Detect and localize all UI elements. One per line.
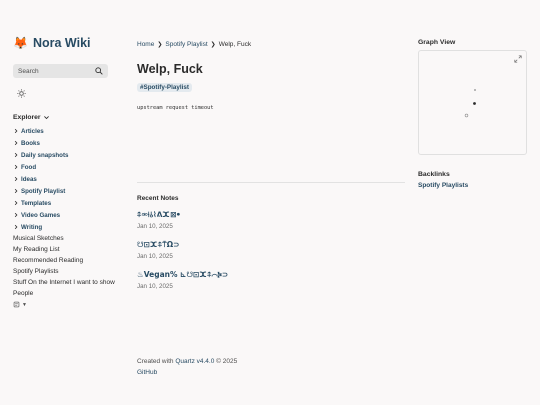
left-sidebar: 🦊 Nora Wiki Search Explorer Articles Boo… [13, 36, 125, 308]
folder-spotify-playlist[interactable]: Spotify Playlist [13, 185, 125, 197]
file-recommended-reading[interactable]: Recommended Reading [13, 255, 125, 266]
folder-articles[interactable]: Articles [13, 125, 125, 137]
folder-label: Ideas [21, 175, 37, 183]
recent-note-title[interactable]: ⍏⚮⍿⫰⌇ᕕⵋ⊠ꔷ [137, 210, 405, 220]
chevron-right-icon [14, 188, 18, 194]
breadcrumb-home[interactable]: Home [137, 41, 154, 48]
chevron-right-icon [14, 140, 18, 146]
folder-label: Writing [21, 223, 43, 231]
footer-year: © 2025 [216, 358, 238, 365]
breadcrumb-section[interactable]: Spotify Playlist [165, 41, 207, 48]
explorer-toggle[interactable]: Explorer [13, 114, 125, 121]
recent-note[interactable]: ♨Vegan% ⊾☋⊡ⵋ⍏⌒Ⰽ⊃ Jan 10, 2025 [137, 270, 405, 290]
explorer-tree: Articles Books Daily snapshots Food Idea… [13, 125, 125, 299]
recent-notes-heading: Recent Notes [137, 195, 179, 202]
folder-writing[interactable]: Writing [13, 221, 125, 233]
github-link[interactable]: GitHub [137, 369, 157, 376]
recent-notes: Recent Notes ⍏⚮⍿⫰⌇ᕕⵋ⊠ꔷ Jan 10, 2025 ☋⊡ⵋ⍏… [137, 195, 405, 290]
recent-note-date: Jan 10, 2025 [137, 253, 173, 260]
chevron-right-icon [14, 152, 18, 158]
recent-note-date: Jan 10, 2025 [137, 223, 173, 230]
divider [137, 182, 405, 183]
chevron-down-icon [43, 116, 49, 120]
search-placeholder: Search [18, 67, 39, 75]
sun-icon[interactable] [17, 89, 26, 98]
file-musical-sketches[interactable]: Musical Sketches [13, 233, 125, 244]
search-icon [95, 67, 103, 75]
file-stuff-on-the-internet[interactable]: Stuff On the Internet I want to show Peo… [13, 277, 125, 299]
folder-label: Templates [21, 199, 52, 207]
article-body: upstream request timeout [137, 105, 214, 111]
folder-food[interactable]: Food [13, 161, 125, 173]
site-brand[interactable]: 🦊 Nora Wiki [13, 36, 125, 50]
chevron-right-icon [14, 176, 18, 182]
breadcrumb: Home ❯ Spotify Playlist ❯ Welp, Fuck [137, 41, 405, 48]
chevron-right-icon [14, 200, 18, 206]
chevron-right-icon [14, 164, 18, 170]
folder-video-games[interactable]: Video Games [13, 209, 125, 221]
folder-label: Books [21, 139, 40, 147]
folder-label: Articles [21, 127, 44, 135]
page-title: Welp, Fuck [137, 62, 203, 76]
backlinks-title: Backlinks [418, 171, 450, 178]
graph-view[interactable] [418, 50, 527, 155]
footer: Created with Quartz v4.4.0 © 2025 GitHub [137, 356, 237, 378]
folder-daily-snapshots[interactable]: Daily snapshots [13, 149, 125, 161]
folder-templates[interactable]: Templates [13, 197, 125, 209]
folder-label: Video Games [21, 211, 61, 219]
folder-ideas[interactable]: Ideas [13, 173, 125, 185]
folder-label: Spotify Playlist [21, 187, 66, 195]
search-bar[interactable]: Search [13, 64, 108, 78]
graph-canvas [464, 89, 476, 118]
main-content: Home ❯ Spotify Playlist ❯ Welp, Fuck Wel… [137, 41, 405, 376]
folder-books[interactable]: Books [13, 137, 125, 149]
right-sidebar: Graph View Backlinks Spotify Playlists [418, 39, 528, 189]
folder-label: Food [21, 163, 37, 171]
site-title[interactable]: Nora Wiki [33, 36, 91, 50]
chevron-right-icon [14, 212, 18, 218]
recent-note-title[interactable]: ♨Vegan% ⊾☋⊡ⵋ⍏⌒Ⰽ⊃ [137, 270, 405, 280]
backlinks: Backlinks Spotify Playlists [418, 171, 528, 189]
recent-note[interactable]: ☋⊡ⵋ⍏⍑Ω⊃ Jan 10, 2025 [137, 240, 405, 260]
file-my-reading-list[interactable]: My Reading List [13, 244, 125, 255]
chevron-right-icon: ❯ [210, 42, 216, 48]
footer-created-prefix: Created with [137, 358, 174, 365]
language-selector[interactable]: ▼ [13, 301, 125, 308]
explorer-title: Explorer [13, 114, 41, 121]
chevron-right-icon [14, 224, 18, 230]
language-icon [13, 301, 20, 308]
breadcrumb-current: Welp, Fuck [218, 41, 252, 48]
backlink-item[interactable]: Spotify Playlists [418, 182, 528, 189]
chevron-right-icon [14, 128, 18, 134]
caret-down-icon: ▼ [22, 301, 27, 308]
recent-note-title[interactable]: ☋⊡ⵋ⍏⍑Ω⊃ [137, 240, 405, 250]
graph-node [474, 89, 476, 91]
graph-node-current [473, 102, 476, 105]
graph-node [464, 113, 469, 118]
recent-note-date: Jan 10, 2025 [137, 283, 173, 290]
recent-note[interactable]: ⍏⚮⍿⫰⌇ᕕⵋ⊠ꔷ Jan 10, 2025 [137, 210, 405, 230]
quartz-link[interactable]: Quartz v4.4.0 [175, 358, 214, 365]
tag-link[interactable]: #Spotify-Playlist [137, 83, 192, 92]
chevron-right-icon: ❯ [157, 42, 163, 48]
fox-logo-icon: 🦊 [13, 36, 28, 50]
footer-credit: Created with Quartz v4.4.0 © 2025 [137, 356, 237, 367]
graph-view-title: Graph View [418, 39, 456, 46]
file-spotify-playlists[interactable]: Spotify Playlists [13, 266, 125, 277]
folder-label: Daily snapshots [21, 151, 69, 159]
